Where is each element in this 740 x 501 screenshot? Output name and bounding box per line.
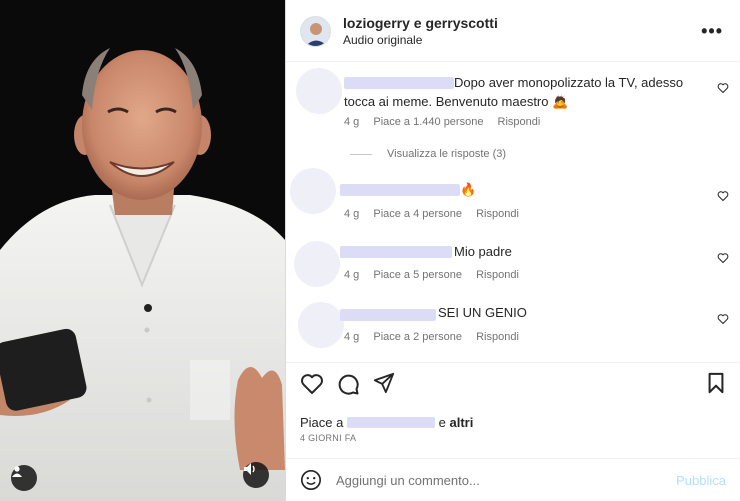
heart-icon[interactable] [717,190,729,202]
comment-item: SEI UN GENIO 4 g Piace a 2 persone Rispo… [286,300,740,352]
author-avatar-image [301,17,330,46]
view-replies-button[interactable]: Visualizza le risposte (3) [350,148,506,160]
comment-text: Mio padre [454,244,512,259]
view-replies-label: Visualizza le risposte (3) [387,148,507,160]
comment-age: 4 g [344,116,360,128]
comment-text: SEI UN GENIO [438,305,527,320]
more-options-icon[interactable]: ••• [701,21,723,42]
post-details-panel: loziogerry e gerryscotti Audio originale… [285,0,740,501]
commenter-avatar[interactable] [294,241,340,287]
add-comment-bar: Pubblica [286,458,740,501]
comment-input[interactable] [336,469,656,491]
post-media[interactable] [0,0,285,501]
comment-meta: 4 g Piace a 2 persone Rispondi [344,331,530,343]
bookmark-icon[interactable] [706,372,726,394]
comment-item: Mio padre 4 g Piace a 5 persone Rispondi [286,238,740,290]
commenter-avatar[interactable] [298,302,344,348]
tagged-user-button[interactable] [11,465,37,491]
heart-icon[interactable] [300,372,324,396]
audio-toggle-button[interactable] [243,462,269,488]
post-header: loziogerry e gerryscotti Audio originale… [286,0,740,62]
redacted-username [340,309,436,321]
comment-likes[interactable]: Piace a 2 persone [373,331,462,343]
publish-button[interactable]: Pubblica [676,473,726,488]
heart-icon[interactable] [717,313,729,325]
comment-meta: 4 g Piace a 1.440 persone Rispondi [344,116,551,128]
heart-icon[interactable] [717,82,729,94]
comment-likes[interactable]: Piace a 5 persone [373,269,462,281]
redacted-username [340,246,452,258]
reply-button[interactable]: Rispondi [498,116,541,128]
likes-prefix: Piace a [300,415,344,430]
comment-age: 4 g [344,208,360,220]
section-divider [286,362,740,363]
comment-meta: 4 g Piace a 4 persone Rispondi [344,208,530,220]
likes-suffix: e [438,415,446,430]
comment-age: 4 g [344,269,360,281]
commenter-avatar[interactable] [290,168,336,214]
likes-others[interactable]: altri [449,415,473,430]
liked-by-line[interactable]: Piace a e altri [300,415,473,430]
comment-text: Dopo aver monopolizzato la TV, adesso to… [344,75,684,109]
author-avatar[interactable] [300,16,331,47]
comment-item: Dopo aver monopolizzato la TV, adesso to… [286,68,740,138]
comment-text: 🔥 [460,182,477,197]
comment-meta: 4 g Piace a 5 persone Rispondi [344,269,530,281]
speaker-icon [244,463,255,475]
paper-plane-icon[interactable] [373,372,395,394]
reply-button[interactable]: Rispondi [476,208,519,220]
post-date: 4 GIORNI FA [300,433,357,443]
comment-likes[interactable]: Piace a 1.440 persone [373,116,483,128]
audio-source[interactable]: Audio originale [343,33,422,47]
comment-likes[interactable]: Piace a 4 persone [373,208,462,220]
comment-age: 4 g [344,331,360,343]
replies-divider [350,153,372,155]
post-video-frame [0,0,285,501]
reply-button[interactable]: Rispondi [476,269,519,281]
redacted-liker [347,417,435,428]
user-icon [12,466,22,477]
comment-item: 🔥 4 g Piace a 4 persone Rispondi [286,168,740,220]
redacted-username [340,184,460,196]
emoji-icon[interactable] [300,469,322,491]
commenter-avatar[interactable] [296,68,342,114]
action-bar [286,372,740,404]
post-authors[interactable]: loziogerry e gerryscotti [343,15,498,31]
heart-icon[interactable] [717,252,729,264]
reply-button[interactable]: Rispondi [476,331,519,343]
comment-icon[interactable] [336,372,360,396]
